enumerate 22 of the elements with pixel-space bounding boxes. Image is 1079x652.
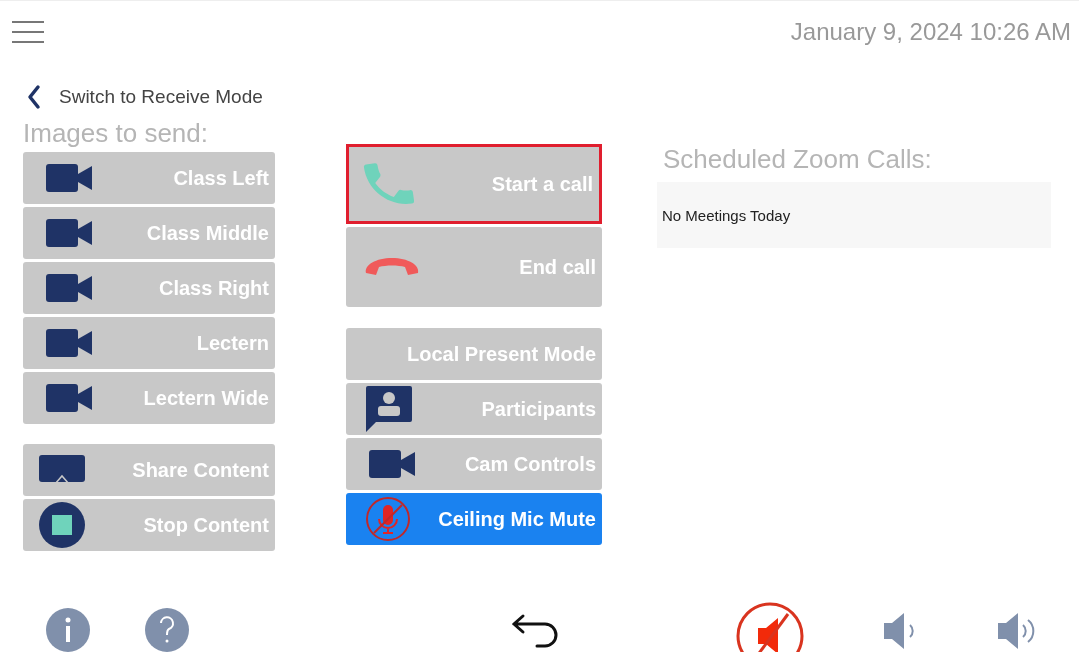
video-camera-icon <box>46 274 92 302</box>
back-link[interactable]: Switch to Receive Mode <box>59 86 263 108</box>
meetings-message: No Meetings Today <box>662 206 791 224</box>
video-camera-icon <box>46 384 92 412</box>
back-chevron-icon[interactable] <box>27 84 41 110</box>
section-title: Scheduled Zoom Calls: <box>662 144 933 176</box>
section-title: Images to send: <box>23 118 209 150</box>
menu-icon[interactable] <box>12 20 44 44</box>
video-camera-icon <box>46 329 92 357</box>
video-camera-icon <box>46 164 92 192</box>
muted-microphone-icon <box>365 496 411 542</box>
date-time: January 9, 2024 10:26 AM <box>790 18 1071 46</box>
video-camera-icon <box>46 219 92 247</box>
undo-icon[interactable] <box>511 612 559 648</box>
help-icon[interactable] <box>145 608 189 652</box>
mode-button[interactable]: Ceiling Mic Mute <box>346 493 602 545</box>
info-icon[interactable] <box>46 608 90 652</box>
stop-icon <box>39 502 85 548</box>
video-camera-icon <box>369 450 415 478</box>
screen-share-icon <box>39 455 85 485</box>
speaker-mute-icon[interactable] <box>736 602 804 652</box>
person-chat-icon <box>366 386 412 432</box>
